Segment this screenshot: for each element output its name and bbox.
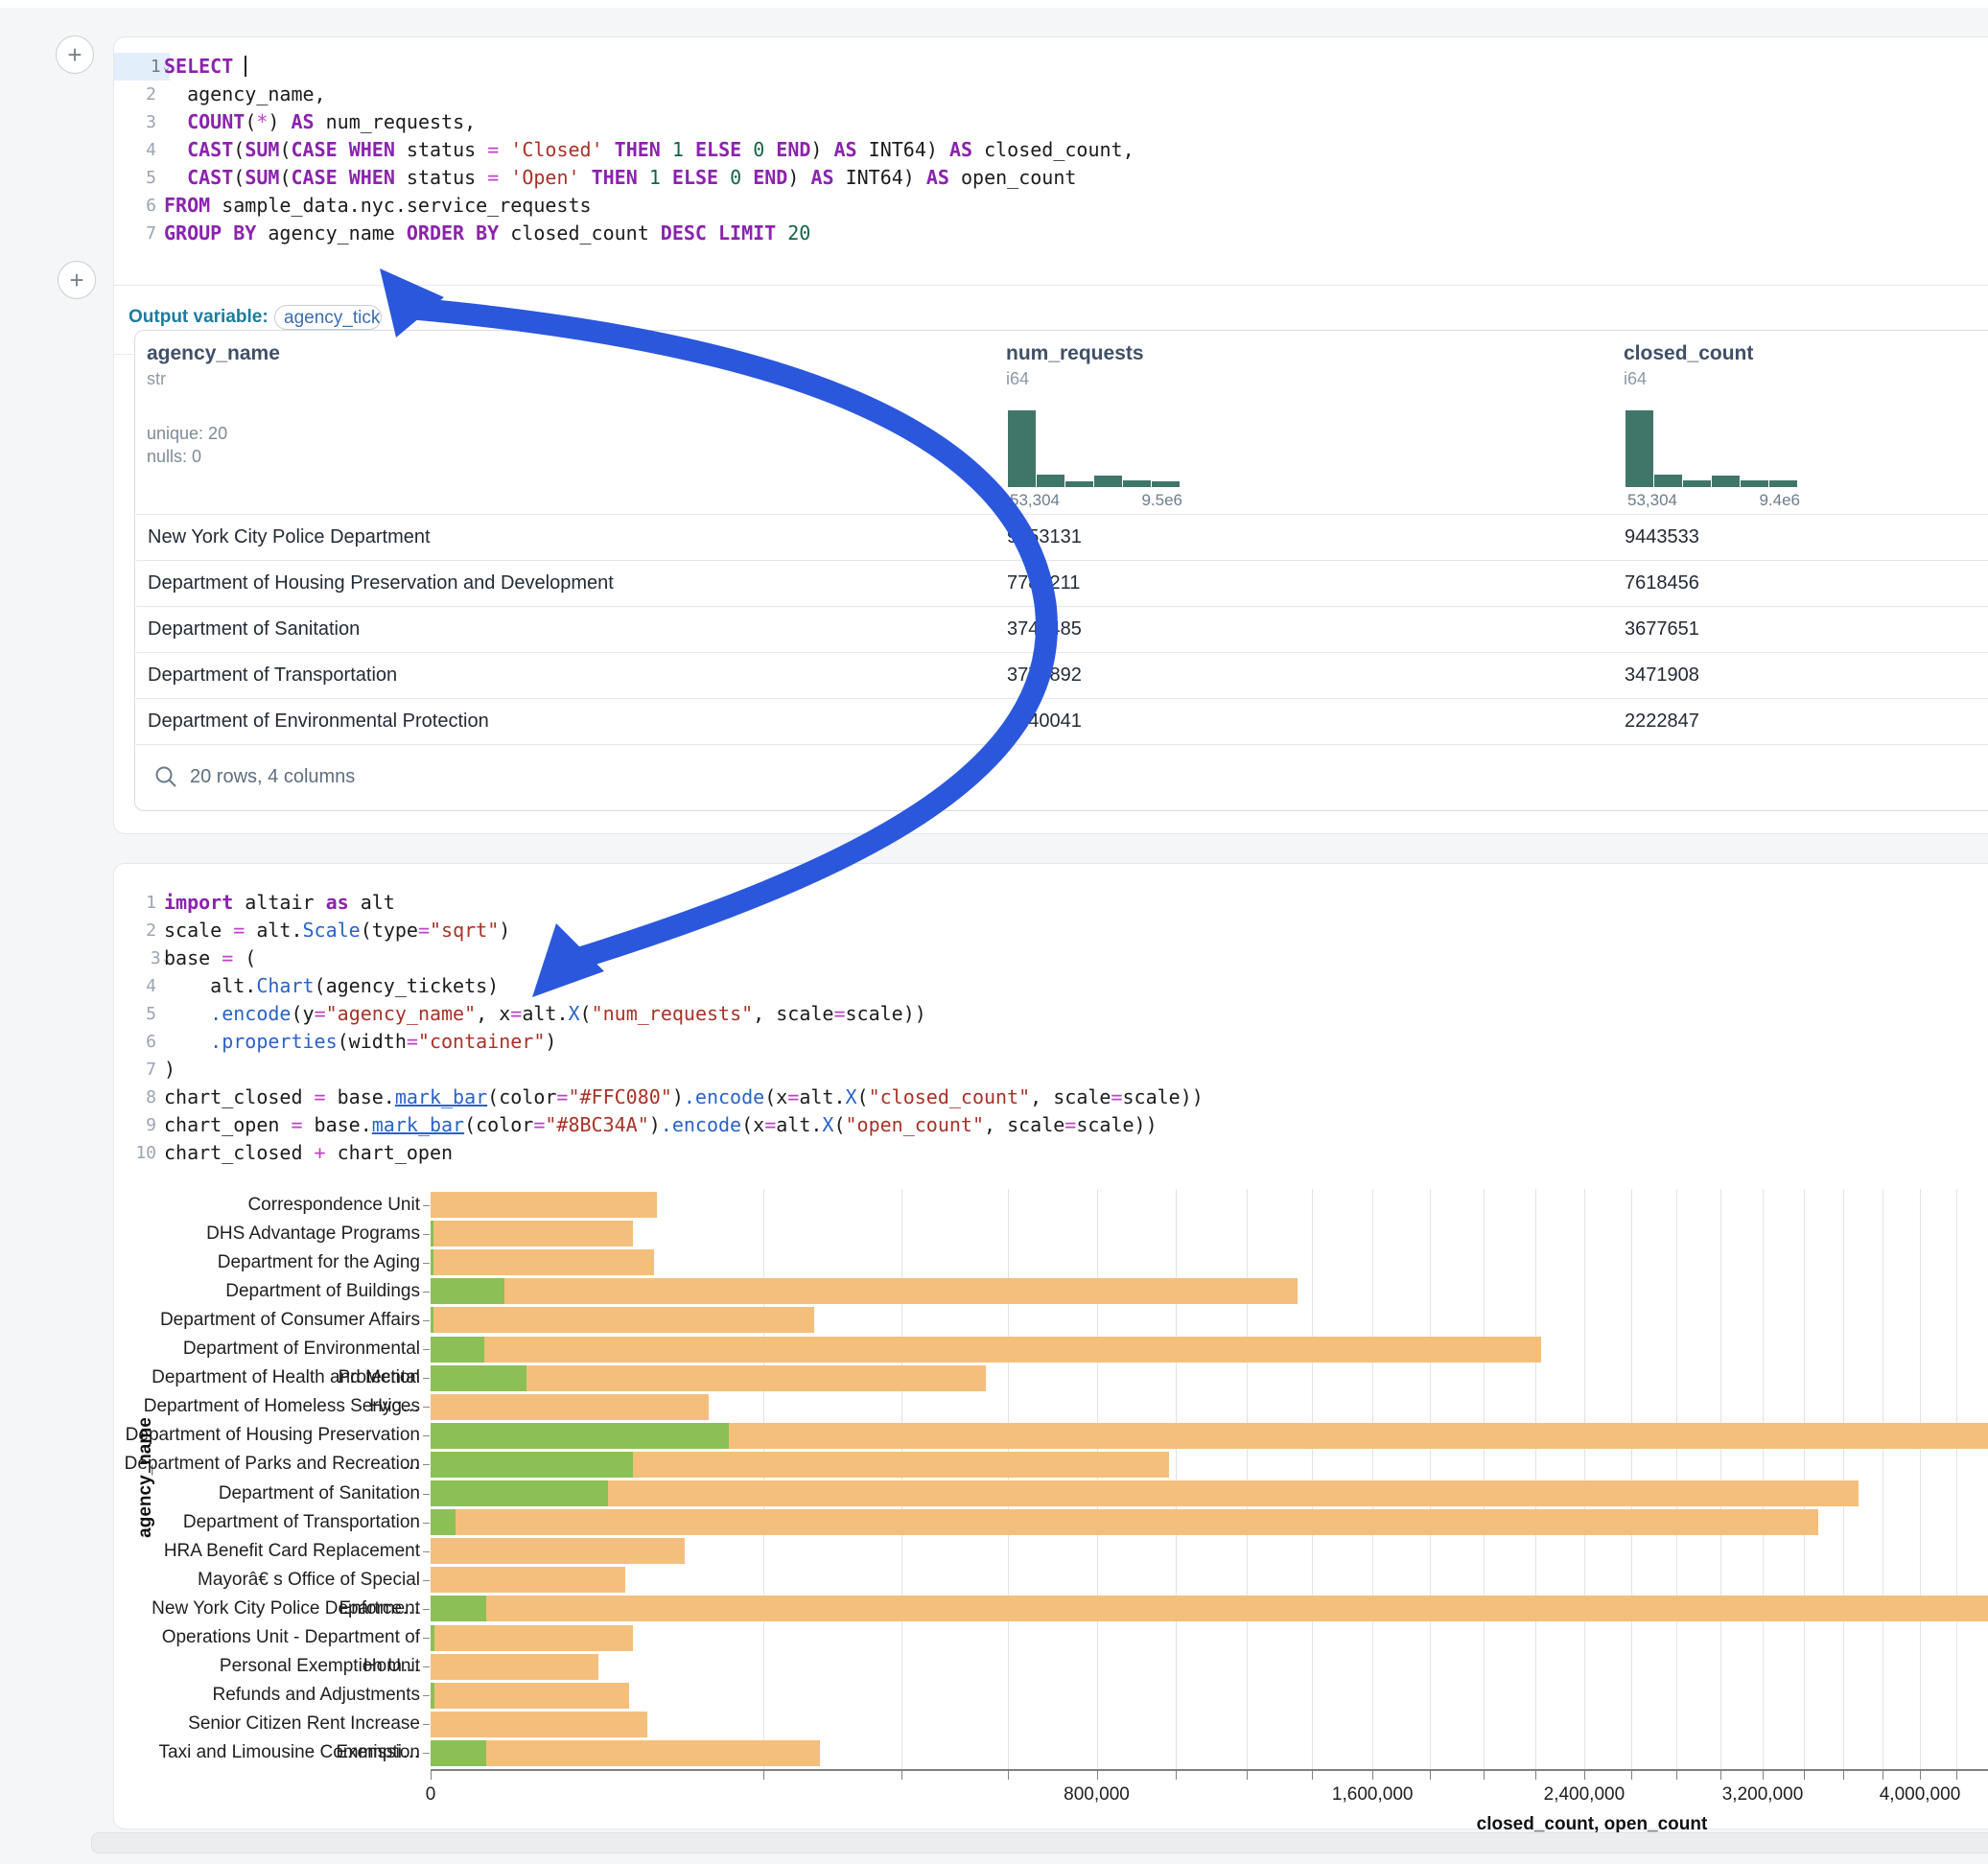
table-cell: 9443533: [1625, 526, 1699, 548]
table-cell: Department of Transportation: [148, 664, 397, 687]
table-cell: 3749485: [1007, 618, 1082, 641]
python-code-editor[interactable]: 1import altair as alt2scale = alt.Scale(…: [114, 889, 1988, 1167]
table-row[interactable]: Department of Transportation 3774892 34719…: [136, 652, 1988, 699]
column-stat-nulls: nulls: 0: [147, 445, 280, 468]
histogram-min-label: 53,304: [1627, 491, 1677, 510]
column-header-num-requests[interactable]: num_requests: [1006, 342, 1144, 365]
histogram-bar: [1008, 410, 1036, 487]
histogram-bar: [1094, 476, 1122, 487]
code-line[interactable]: 7): [114, 1056, 1988, 1083]
cell-divider: [114, 285, 1988, 286]
histogram-bar: [1741, 480, 1768, 487]
num-requests-histogram: 53,304 9.5e6: [1008, 410, 1182, 516]
table-cell: 3774892: [1007, 664, 1082, 687]
code-line[interactable]: 9chart_open = base.mark_bar(color="#8BC3…: [114, 1111, 1988, 1139]
table-cell: Department of Housing Preservation and D…: [148, 572, 614, 594]
table-cell: 7618456: [1625, 572, 1699, 594]
code-line[interactable]: 5 .encode(y="agency_name", x=alt.X("num_…: [114, 1000, 1988, 1028]
histogram-bar: [1123, 480, 1151, 487]
code-line[interactable]: 4 alt.Chart(agency_tickets): [114, 972, 1988, 1000]
table-row[interactable]: Department of Environmental Protection 22…: [136, 698, 1988, 745]
output-variable-input[interactable]: agency_tickets: [274, 305, 382, 330]
table-cell: New York City Police Department: [148, 526, 431, 548]
table-row-count: 20 rows, 4 columns: [190, 766, 355, 788]
histogram-max-label: 9.5e6: [1141, 491, 1182, 510]
code-line[interactable]: 10chart_closed + chart_open: [114, 1139, 1988, 1167]
table-cell: 9453131: [1007, 526, 1082, 548]
table-cell: 2240041: [1007, 711, 1082, 733]
table-row[interactable]: Department of Housing Preservation and D…: [136, 560, 1988, 607]
result-table: agency_name str unique: 20 nulls: 0 num_…: [134, 330, 1988, 811]
table-cell: 2222847: [1625, 711, 1699, 733]
histogram-bar: [1037, 475, 1064, 487]
column-type: i64: [1624, 369, 1753, 389]
histogram-bar: [1769, 480, 1797, 487]
histogram-min-label: 53,304: [1010, 491, 1060, 510]
table-footer-divider: 20 rows, 4 columns: [136, 744, 1988, 810]
column-type: i64: [1006, 369, 1144, 389]
histogram-bar: [1683, 480, 1711, 487]
table-cell: 3677651: [1625, 618, 1699, 641]
code-line[interactable]: 6FROM sample_data.nyc.service_requests: [114, 192, 1988, 220]
code-line[interactable]: 1import altair as alt: [114, 889, 1988, 917]
table-cell: 3471908: [1625, 664, 1699, 687]
code-line[interactable]: 4 CAST(SUM(CASE WHEN status = 'Closed' T…: [114, 136, 1988, 164]
code-line[interactable]: 5 CAST(SUM(CASE WHEN status = 'Open' THE…: [114, 164, 1988, 192]
table-row[interactable]: Department of Sanitation 3749485 3677651: [136, 606, 1988, 653]
column-header-closed-count[interactable]: closed_count: [1624, 342, 1753, 365]
code-line[interactable]: 3⌄base = (: [114, 944, 1988, 972]
sql-code-editor[interactable]: 1⌄SELECT 2 agency_name,3 COUNT(*) AS num…: [114, 53, 1988, 247]
code-line[interactable]: 7GROUP BY agency_name ORDER BY closed_co…: [114, 220, 1988, 247]
code-line[interactable]: 3 COUNT(*) AS num_requests,: [114, 108, 1988, 136]
code-line[interactable]: 2 agency_name,: [114, 81, 1988, 108]
histogram-bar: [1065, 481, 1093, 487]
column-type: str: [147, 369, 280, 389]
code-line[interactable]: 1⌄SELECT: [114, 53, 1988, 81]
histogram-bar: [1712, 476, 1740, 487]
histogram-bar: [1625, 410, 1653, 487]
histogram-bar: [1152, 481, 1180, 487]
page-top-strip: [0, 0, 1988, 8]
column-stat-unique: unique: 20: [147, 422, 280, 445]
histogram-max-label: 9.4e6: [1759, 491, 1800, 510]
table-cell: 7782211: [1007, 572, 1080, 594]
code-line[interactable]: 2scale = alt.Scale(type="sqrt"): [114, 917, 1988, 944]
add-cell-button-top[interactable]: +: [56, 35, 94, 74]
table-row[interactable]: New York City Police Department 9453131 94…: [136, 514, 1988, 561]
search-icon[interactable]: [153, 764, 178, 789]
histogram-bar: [1654, 475, 1682, 487]
column-header-agency-name[interactable]: agency_name: [147, 342, 280, 365]
sql-cell: 1⌄SELECT 2 agency_name,3 COUNT(*) AS num…: [113, 36, 1988, 834]
code-line[interactable]: 8chart_closed = base.mark_bar(color="#FF…: [114, 1083, 1988, 1111]
table-cell: Department of Environmental Protection: [148, 711, 489, 733]
code-line[interactable]: 6 .properties(width="container"): [114, 1028, 1988, 1056]
table-cell: Department of Sanitation: [148, 618, 360, 641]
collapsed-cell-bar[interactable]: [91, 1832, 1988, 1853]
closed-count-histogram: 53,304 9.4e6: [1625, 410, 1800, 516]
add-cell-button-output[interactable]: +: [58, 261, 96, 299]
python-cell: 1import altair as alt2scale = alt.Scale(…: [113, 863, 1988, 1829]
